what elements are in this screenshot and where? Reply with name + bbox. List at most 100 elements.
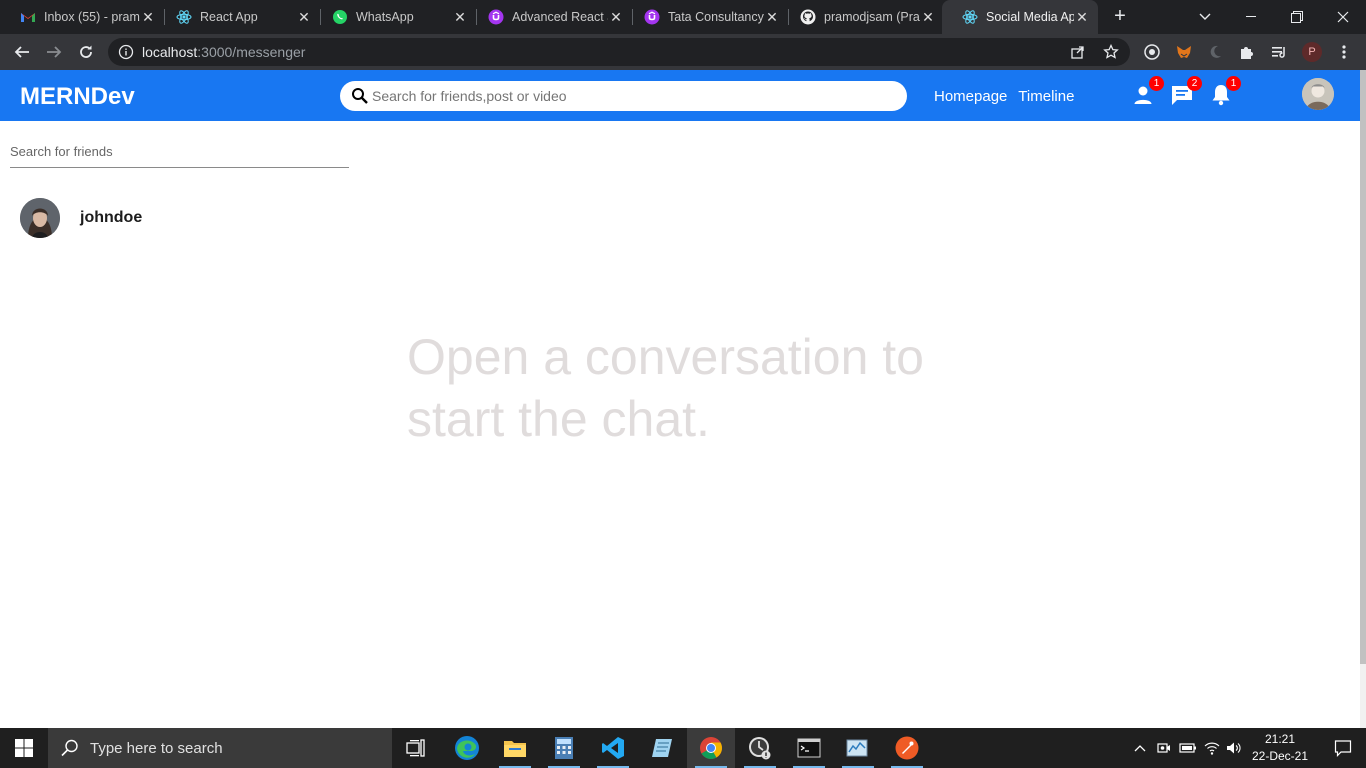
extension-target-icon[interactable] xyxy=(1142,42,1162,62)
tab-gmail[interactable]: Inbox (55) - pramodjsam ✕ xyxy=(0,0,164,34)
notification-icon xyxy=(1334,740,1352,757)
close-window-button[interactable] xyxy=(1320,0,1366,34)
edge-app[interactable] xyxy=(443,728,491,768)
folder-icon xyxy=(504,741,526,757)
puzzle-icon[interactable] xyxy=(1237,42,1257,62)
notepad-app[interactable] xyxy=(638,728,686,768)
close-tab-icon[interactable]: ✕ xyxy=(140,9,156,26)
scrollbar-track[interactable] xyxy=(1360,664,1366,728)
close-tab-icon[interactable]: ✕ xyxy=(296,9,312,26)
more-vert-icon xyxy=(1342,45,1346,59)
extension-moon-icon[interactable] xyxy=(1205,42,1225,62)
network-button[interactable] xyxy=(1200,728,1224,768)
show-hidden-icons-button[interactable] xyxy=(1128,728,1152,768)
friend-search-input[interactable] xyxy=(10,136,349,168)
browser-tab-strip: Inbox (55) - pramodjsam ✕ React App ✕ Wh… xyxy=(0,0,1366,34)
url-path: :3000/messenger xyxy=(197,44,306,60)
media-queue-icon[interactable] xyxy=(1269,42,1289,62)
close-tab-icon[interactable]: ✕ xyxy=(1074,9,1090,26)
volume-icon xyxy=(1227,742,1241,754)
search-input[interactable] xyxy=(372,86,892,106)
chrome-app[interactable] xyxy=(687,728,735,768)
close-tab-icon[interactable]: ✕ xyxy=(608,9,624,26)
clock-time: 21:21 xyxy=(1264,732,1296,746)
address-bar[interactable]: localhost:3000/messenger xyxy=(108,38,1130,66)
close-tab-icon[interactable]: ✕ xyxy=(764,9,780,26)
profile-photo-icon xyxy=(20,198,60,238)
share-icon[interactable] xyxy=(1070,44,1086,60)
messages-badge: 2 xyxy=(1187,76,1202,91)
back-button[interactable] xyxy=(11,41,33,63)
start-button[interactable] xyxy=(0,728,48,768)
reload-button[interactable] xyxy=(75,41,97,63)
friend-requests-button[interactable]: 1 xyxy=(1131,76,1164,108)
profile-photo-icon xyxy=(1302,78,1334,110)
clock-icon xyxy=(749,737,771,760)
bookmark-star-icon[interactable] xyxy=(1103,44,1119,60)
clock-app[interactable] xyxy=(736,728,784,768)
edge-icon xyxy=(455,736,479,760)
topbar-search[interactable] xyxy=(340,81,907,111)
wifi-icon xyxy=(1204,742,1220,755)
task-manager-icon xyxy=(846,739,868,757)
tab-whatsapp[interactable]: WhatsApp ✕ xyxy=(312,0,476,34)
calculator-app[interactable] xyxy=(540,728,588,768)
tab-udemy-tcs[interactable]: Tata Consultancy Services ✕ xyxy=(624,0,788,34)
minimize-icon xyxy=(1246,16,1256,17)
homepage-link[interactable]: Homepage xyxy=(934,88,1007,105)
app-topbar: MERNDev Homepage Timeline 1 2 1 xyxy=(0,70,1360,121)
battery-icon xyxy=(1179,743,1196,753)
taskbar-clock[interactable]: 21:21 22-Dec-21 xyxy=(1250,731,1310,765)
tab-search-button[interactable] xyxy=(1182,0,1228,34)
minimize-button[interactable] xyxy=(1228,0,1274,34)
restore-icon xyxy=(1291,11,1303,23)
notifications-button[interactable]: 1 xyxy=(1208,76,1241,108)
postman-icon xyxy=(895,736,919,760)
url-text: localhost:3000/messenger xyxy=(142,44,305,60)
tab-title: Tata Consultancy Services xyxy=(668,10,764,24)
user-avatar[interactable] xyxy=(1302,78,1334,110)
page-scrollbar[interactable] xyxy=(1360,70,1366,664)
whatsapp-icon xyxy=(332,9,348,25)
task-view-button[interactable] xyxy=(392,728,440,768)
metamask-icon[interactable] xyxy=(1174,42,1194,62)
conversation-name: johndoe xyxy=(80,209,143,226)
udemy-icon xyxy=(488,9,504,25)
tab-react-app[interactable]: React App ✕ xyxy=(156,0,320,34)
forward-button[interactable] xyxy=(43,41,65,63)
taskbar-search-placeholder: Type here to search xyxy=(90,739,223,757)
notifications-badge: 1 xyxy=(1226,76,1241,91)
file-explorer-app[interactable] xyxy=(491,728,539,768)
calculator-icon xyxy=(555,737,573,759)
notification-center-button[interactable] xyxy=(1320,728,1366,768)
info-icon[interactable] xyxy=(118,44,134,60)
chevron-up-icon xyxy=(1134,745,1146,752)
vscode-app[interactable] xyxy=(589,728,637,768)
menu-button[interactable] xyxy=(1334,42,1354,62)
windows-logo-icon xyxy=(15,739,33,757)
url-host: localhost xyxy=(142,44,198,60)
tab-udemy-react[interactable]: Advanced React and Redux ✕ xyxy=(468,0,632,34)
webcam-icon xyxy=(1157,743,1170,753)
task-manager-app[interactable] xyxy=(834,728,882,768)
friend-requests-badge: 1 xyxy=(1149,76,1164,91)
conversation-item[interactable]: johndoe xyxy=(20,198,340,238)
taskbar-search[interactable]: Type here to search xyxy=(48,728,392,768)
meet-now-button[interactable] xyxy=(1152,728,1176,768)
postman-app[interactable] xyxy=(883,728,931,768)
tab-social-media-app[interactable]: Social Media App ✕ xyxy=(942,0,1098,34)
terminal-app[interactable] xyxy=(785,728,833,768)
close-tab-icon[interactable]: ✕ xyxy=(452,9,468,26)
battery-button[interactable] xyxy=(1176,728,1200,768)
udemy-icon xyxy=(644,9,660,25)
tab-title: pramodjsam (Pramod) xyxy=(824,10,920,24)
tab-github[interactable]: pramodjsam (Pramod) ✕ xyxy=(780,0,944,34)
timeline-link[interactable]: Timeline xyxy=(1018,88,1074,105)
new-tab-button[interactable]: + xyxy=(1110,6,1130,26)
app-logo[interactable]: MERNDev xyxy=(20,83,135,111)
browser-profile-avatar[interactable]: P xyxy=(1302,42,1322,62)
close-tab-icon[interactable]: ✕ xyxy=(920,9,936,26)
messages-button[interactable]: 2 xyxy=(1169,76,1202,108)
volume-button[interactable] xyxy=(1222,728,1246,768)
restore-button[interactable] xyxy=(1274,0,1320,34)
